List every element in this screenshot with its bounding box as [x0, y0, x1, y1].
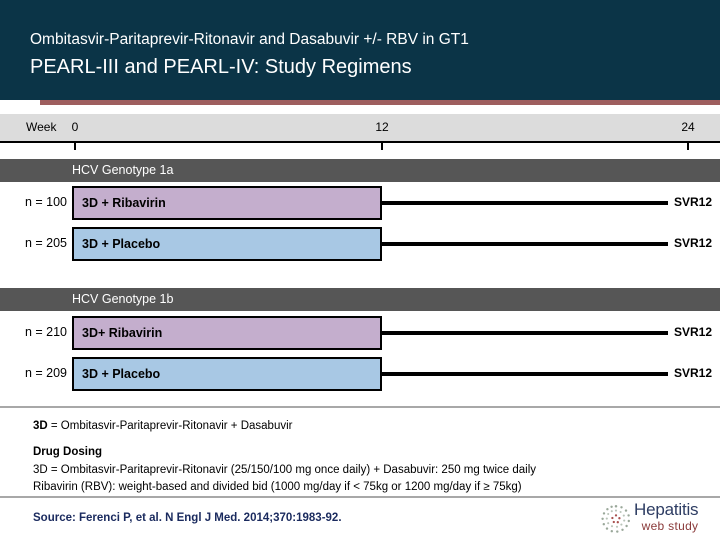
arm-sample-size: n = 205 — [24, 236, 67, 250]
footnote-abbreviation: 3D = Ombitasvir-Paritaprevir-Ritonavir +… — [33, 420, 292, 432]
dosing-line-2: Ribavirin (RBV): weight-based and divide… — [33, 481, 522, 493]
followup-line — [382, 372, 668, 376]
genotype-band-label: HCV Genotype 1a — [72, 163, 174, 177]
treatment-arm-row: n = 205 3D + Placebo SVR12 — [0, 227, 720, 261]
header-title-wrap: Ombitasvir-Paritaprevir-Ritonavir and Da… — [30, 30, 690, 81]
treatment-arm-row: n = 100 3D + Ribavirin SVR12 — [0, 186, 720, 220]
timeline-axis-label: Week — [26, 120, 57, 134]
dosing-heading: Drug Dosing — [33, 446, 102, 458]
treatment-arm-bar[interactable]: 3D + Placebo — [72, 357, 382, 391]
genotype-band: HCV Genotype 1a — [0, 159, 720, 182]
treatment-arm-bar[interactable]: 3D + Ribavirin — [72, 186, 382, 220]
logo-text: Hepatitis web study — [634, 500, 699, 533]
timeline-tick-mark — [687, 141, 689, 150]
timeline-axis-line — [0, 141, 720, 143]
genotype-band: HCV Genotype 1b — [0, 288, 720, 311]
treatment-arm-label: 3D + Placebo — [82, 237, 161, 251]
dosing-line-1: 3D = Ombitasvir-Paritaprevir-Ritonavir (… — [33, 464, 537, 476]
genotype-band-label: HCV Genotype 1b — [72, 292, 174, 306]
treatment-arm-row: n = 209 3D + Placebo SVR12 — [0, 357, 720, 391]
slide-header: Ombitasvir-Paritaprevir-Ritonavir and Da… — [0, 0, 720, 100]
endpoint-label: SVR12 — [674, 366, 713, 380]
treatment-arm-label: 3D + Placebo — [82, 367, 161, 381]
treatment-arm-label: 3D+ Ribavirin — [82, 326, 163, 340]
hepatitis-web-study-logo: Hepatitis web study — [600, 500, 718, 538]
timeline-tick-mark — [381, 141, 383, 150]
logo-word-web-study: web study — [641, 519, 699, 533]
footnote-abbrev-definition: = Ombitasvir-Paritaprevir-Ritonavir + Da… — [47, 420, 293, 432]
footnotes-box: 3D = Ombitasvir-Paritaprevir-Ritonavir +… — [0, 406, 720, 498]
endpoint-label: SVR12 — [674, 195, 713, 209]
timeline-tick-label: 24 — [681, 120, 695, 134]
page-title: PEARL-III and PEARL-IV: Study Regimens — [30, 55, 412, 78]
timeline-band — [0, 114, 720, 141]
treatment-arm-bar[interactable]: 3D+ Ribavirin — [72, 316, 382, 350]
treatment-arm-row: n = 210 3D+ Ribavirin SVR12 — [0, 316, 720, 350]
logo-word-hepatitis: Hepatitis — [634, 500, 699, 519]
source-citation: Source: Ferenci P, et al. N Engl J Med. … — [33, 512, 342, 524]
dotted-circle-icon — [601, 504, 630, 533]
arm-sample-size: n = 210 — [24, 325, 67, 339]
followup-line — [382, 331, 668, 335]
treatment-arm-bar[interactable]: 3D + Placebo — [72, 227, 382, 261]
timeline-tick-mark — [74, 141, 76, 150]
timeline-tick-label: 12 — [375, 120, 389, 134]
endpoint-label: SVR12 — [674, 236, 713, 250]
header-divider — [40, 100, 720, 105]
treatment-arm-label: 3D + Ribavirin — [82, 196, 166, 210]
endpoint-label: SVR12 — [674, 325, 713, 339]
slide-subtitle: Ombitasvir-Paritaprevir-Ritonavir and Da… — [30, 31, 469, 48]
arm-sample-size: n = 100 — [24, 195, 67, 209]
arm-sample-size: n = 209 — [24, 366, 67, 380]
followup-line — [382, 201, 668, 205]
followup-line — [382, 242, 668, 246]
timeline-tick-label: 0 — [71, 120, 79, 134]
footnote-abbrev-term: 3D — [33, 420, 48, 432]
